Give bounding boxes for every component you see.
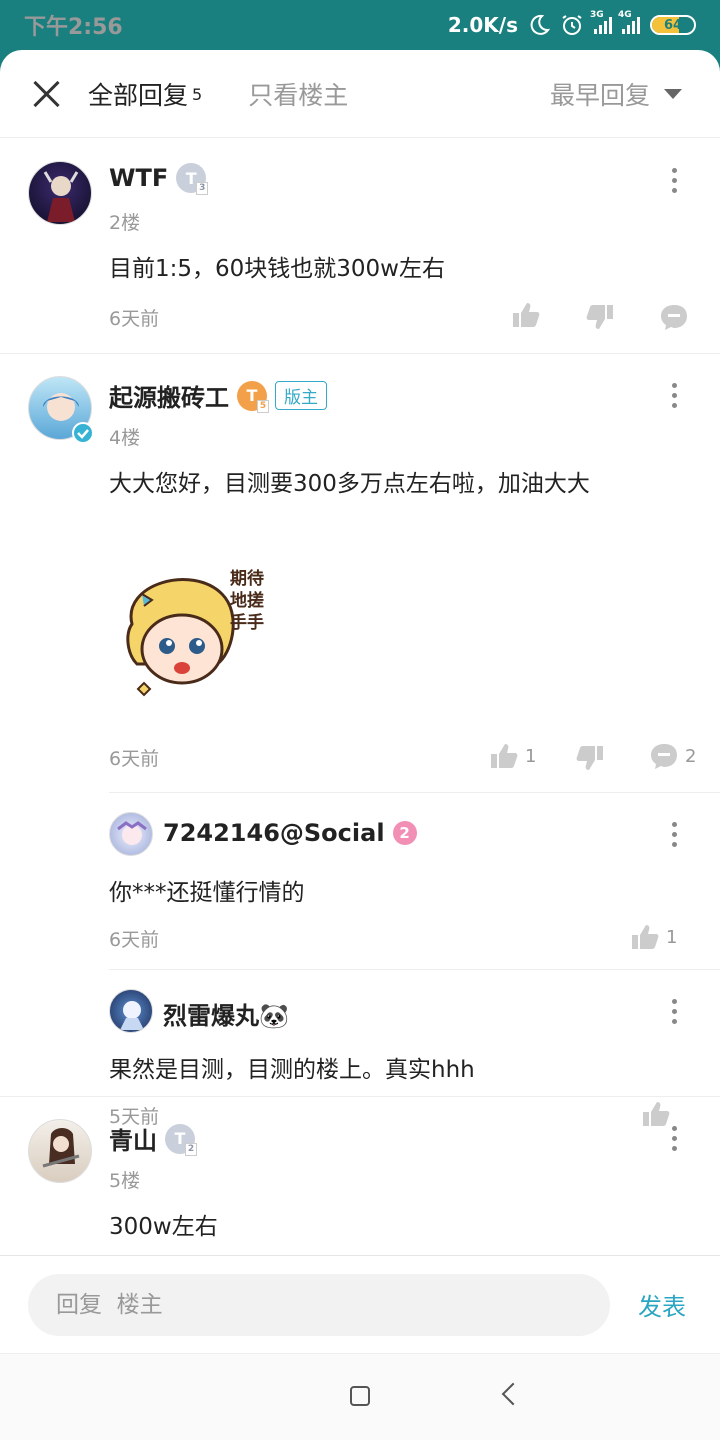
network-speed: 2.0K/s <box>447 13 518 37</box>
close-icon[interactable] <box>32 79 62 109</box>
sheet-header: 全部回复 5 只看楼主 最早回复 <box>0 50 720 138</box>
post-content: 目前1:5，60块钱也就300w左右 <box>109 256 445 282</box>
avatar[interactable] <box>109 812 153 856</box>
avatar[interactable] <box>109 989 153 1033</box>
battery-icon: 64 <box>650 15 696 35</box>
post-author: WTF T3 <box>109 163 209 195</box>
avatar-figure-icon <box>117 821 147 845</box>
floor-number: 5楼 <box>109 1170 141 1192</box>
avatar-figure-icon <box>120 1001 144 1030</box>
floor-number: 4楼 <box>109 427 141 449</box>
level-badge: T3 <box>176 163 209 195</box>
reply-content: 你***还挺懂行情的 <box>109 880 305 906</box>
post-floor-4: 起源搬砖工 T5 版主 4楼 大大您好，目测要300多万点左右啦，加油大大 期待… <box>0 354 720 1128</box>
level-badge: T2 <box>165 1123 197 1156</box>
battery-percent: 64 <box>663 17 683 33</box>
more-icon[interactable] <box>672 1126 678 1156</box>
like-count: 1 <box>666 926 678 948</box>
post-time: 6天前 <box>109 308 160 330</box>
comment-button[interactable]: 2 <box>649 742 696 770</box>
signal-4g-icon: 4G <box>618 10 640 34</box>
dislike-icon[interactable] <box>585 303 615 331</box>
comment-icon <box>651 744 677 769</box>
post-content: 大大您好，目测要300多万点左右啦，加油大大 <box>109 471 590 497</box>
post-floor-2: WTF T3 2楼 目前1:5，60块钱也就300w左右 6天前 <box>0 139 720 353</box>
author-name[interactable]: 7242146@Social <box>163 819 385 847</box>
status-bar: 下午2:56 2.0K/s 3G 4G 64 <box>0 0 720 50</box>
level-badge: T5 <box>237 380 269 413</box>
reply-bar: 发表 <box>0 1255 720 1353</box>
more-icon[interactable] <box>672 822 678 852</box>
replies-sheet: 全部回复 5 只看楼主 最早回复 WTF T3 2楼 目前1:5，60块钱也就30… <box>0 50 720 1440</box>
post-time: 6天前 <box>109 748 160 770</box>
moderator-badge: 版主 <box>275 381 327 410</box>
sticker-girl-icon <box>126 578 235 697</box>
dislike-icon[interactable] <box>575 744 605 772</box>
post-floor-5: 青山 T2 5楼 300w左右 <box>0 1097 720 1255</box>
like-icon[interactable] <box>511 301 541 329</box>
avatar[interactable] <box>28 161 92 225</box>
verified-icon <box>72 422 94 444</box>
reply-author: 7242146@Social 2 <box>163 819 417 847</box>
more-icon[interactable] <box>672 383 678 413</box>
avatar-figure-icon <box>43 171 79 222</box>
status-icons: 2.0K/s 3G 4G 64 <box>447 10 696 37</box>
system-nav-bar <box>0 1353 720 1440</box>
floor-number: 2楼 <box>109 212 141 234</box>
like-icon <box>632 925 659 949</box>
avatar-figure-icon <box>42 1128 80 1168</box>
like-count: 1 <box>525 745 537 767</box>
sub-reply: 7242146@Social 2 你***还挺懂行情的 6天前 1 <box>0 793 720 969</box>
sort-label: 最早回复 <box>549 80 650 110</box>
sticker-caption: 期待地搓手手 <box>230 569 264 633</box>
post-author: 青山 T2 <box>109 1121 197 1156</box>
recents-icon[interactable] <box>350 1386 370 1406</box>
reply-author: 烈雷爆丸🐼 <box>163 996 289 1031</box>
reply-count: 5 <box>192 84 203 104</box>
post-content: 300w左右 <box>109 1214 218 1240</box>
level-badge: 2 <box>392 821 417 845</box>
tab-op-only[interactable]: 只看楼主 <box>248 76 348 112</box>
author-name[interactable]: 起源搬砖工 <box>109 378 229 413</box>
reply-input[interactable] <box>28 1273 610 1336</box>
like-button[interactable]: 1 <box>489 742 536 770</box>
sticker-image[interactable]: 期待地搓手手 <box>112 564 282 704</box>
moon-icon <box>530 14 550 35</box>
post-author: 起源搬砖工 T5 版主 <box>109 378 327 413</box>
author-name[interactable]: WTF <box>109 164 168 192</box>
send-button[interactable]: 发表 <box>638 1287 686 1322</box>
signal-3g-icon: 3G <box>590 10 612 34</box>
tab-all-replies[interactable]: 全部回复 5 <box>88 76 202 112</box>
comment-count: 2 <box>685 745 697 767</box>
reply-content: 果然是目测，目测的楼上。真实hhh <box>109 1057 475 1083</box>
back-icon[interactable] <box>501 1382 525 1406</box>
sort-dropdown[interactable]: 最早回复 <box>550 76 682 112</box>
chevron-down-icon <box>664 88 682 99</box>
status-time: 下午2:56 <box>24 15 123 40</box>
like-icon <box>491 744 518 768</box>
avatar[interactable] <box>28 1119 92 1183</box>
more-icon[interactable] <box>672 999 678 1029</box>
author-name[interactable]: 青山 <box>109 1121 157 1156</box>
reply-time: 6天前 <box>109 929 160 951</box>
like-button[interactable]: 1 <box>630 923 677 951</box>
author-name[interactable]: 烈雷爆丸🐼 <box>163 996 289 1031</box>
alarm-icon <box>562 15 582 35</box>
comment-icon[interactable] <box>659 303 689 331</box>
more-icon[interactable] <box>672 168 678 198</box>
